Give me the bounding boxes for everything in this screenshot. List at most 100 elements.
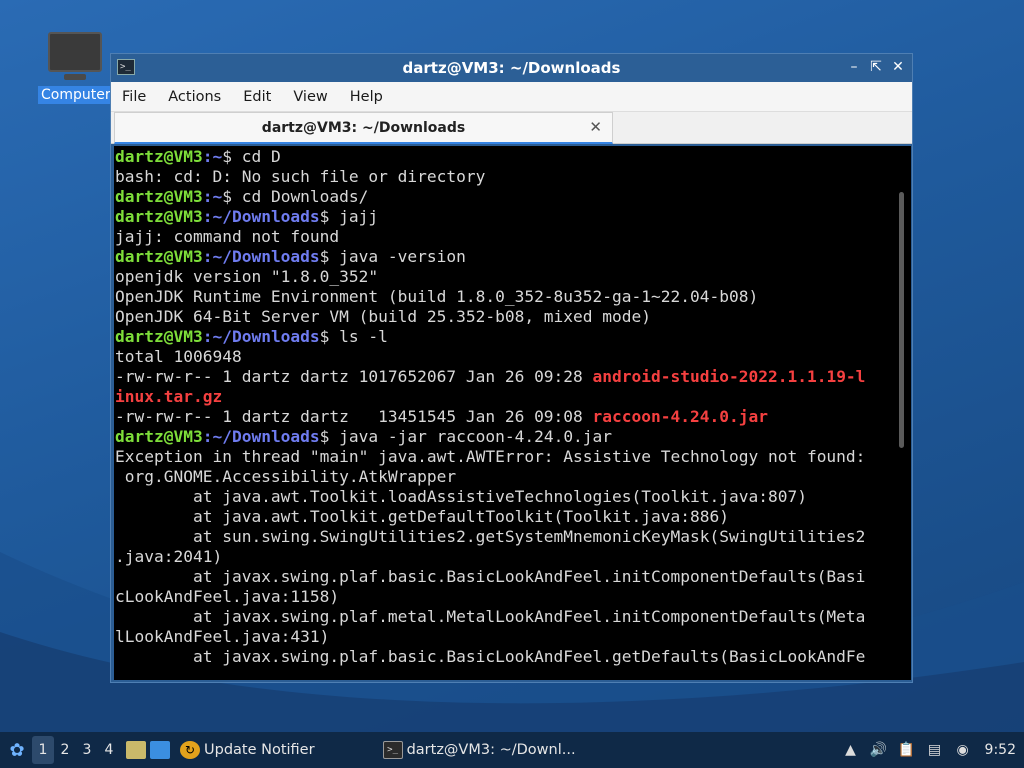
close-button[interactable]: ✕ [890,57,906,77]
terminal-line: -rw-rw-r-- 1 dartz dartz 13451545 Jan 26… [115,407,890,427]
taskbar-terminal-task[interactable]: >_ dartz@VM3: ~/Downl... [377,735,582,765]
terminal-segment: OpenJDK 64-Bit Server VM (build 25.352-b… [115,307,652,326]
minimize-button[interactable]: – [846,57,862,77]
terminal-segment: openjdk version "1.8.0_352" [115,267,379,286]
network-icon[interactable]: ▤ [925,740,945,760]
terminal-line: at javax.swing.plaf.metal.MetalLookAndFe… [115,607,890,627]
clipboard-icon[interactable]: 📋 [897,740,917,760]
terminal-segment: bash: cd: D: No such file or directory [115,167,486,186]
terminal-segment: at javax.swing.plaf.basic.BasicLookAndFe… [115,567,866,586]
terminal-scrollbar[interactable] [899,192,904,448]
terminal-segment: $ java -jar raccoon-4.24.0.jar [319,427,613,446]
terminal-line: at sun.swing.SwingUtilities2.getSystemMn… [115,527,890,547]
window-titlebar[interactable]: >_ dartz@VM3: ~/Downloads – ⇱ ✕ [111,54,912,82]
workspace-3[interactable]: 3 [76,736,98,764]
terminal-line: OpenJDK 64-Bit Server VM (build 25.352-b… [115,307,890,327]
maximize-button[interactable]: ⇱ [868,57,884,77]
terminal-segment: Exception in thread "main" java.awt.AWTE… [115,447,866,466]
volume-icon[interactable]: 🔊 [869,740,889,760]
terminal-line: dartz@VM3:~/Downloads$ java -jar raccoon… [115,427,890,447]
menu-actions[interactable]: Actions [168,89,221,105]
terminal-segment: dartz@VM3 [115,247,203,266]
taskbar-update-notifier[interactable]: ↻ Update Notifier [174,735,321,765]
terminal-segment: raccoon-4.24.0.jar [592,407,768,426]
system-tray: ▲ 🔊 📋 ▤ ◉ 9:52 [841,732,1024,768]
terminal-line: dartz@VM3:~$ cd D [115,147,890,167]
clock[interactable]: 9:52 [985,742,1016,758]
terminal-segment: org.GNOME.Accessibility.AtkWrapper [115,467,457,486]
terminal-segment: at javax.swing.plaf.basic.BasicLookAndFe… [115,647,866,666]
terminal-line: .java:2041) [115,547,890,567]
terminal-segment: $ java -version [319,247,466,266]
terminal-segment: dartz@VM3 [115,327,203,346]
menu-edit[interactable]: Edit [243,89,271,105]
terminal-segment: lLookAndFeel.java:431) [115,627,330,646]
terminal-line: dartz@VM3:~/Downloads$ java -version [115,247,890,267]
terminal-segment: $ jajj [319,207,379,226]
terminal-line: Exception in thread "main" java.awt.AWTE… [115,447,890,467]
update-tray-icon[interactable]: ▲ [841,740,861,760]
terminal-segment: inux.tar.gz [115,387,223,406]
terminal-segment: :~/Downloads [202,427,320,446]
notification-icon[interactable]: ◉ [953,740,973,760]
terminal-segment: .java:2041) [115,547,223,566]
menu-file[interactable]: File [122,89,146,105]
terminal-segment: dartz@VM3 [115,147,203,166]
tab-bar: dartz@VM3: ~/Downloads ✕ [111,112,912,144]
terminal-line: lLookAndFeel.java:431) [115,627,890,647]
terminal-segment: at javax.swing.plaf.metal.MetalLookAndFe… [115,607,866,626]
workspace-2[interactable]: 2 [54,736,76,764]
workspace-1[interactable]: 1 [32,736,54,764]
terminal-output[interactable]: dartz@VM3:~$ cd Dbash: cd: D: No such fi… [114,146,911,680]
terminal-task-label: dartz@VM3: ~/Downl... [406,742,576,758]
workspace-4[interactable]: 4 [98,736,120,764]
tab-close-icon[interactable]: ✕ [589,118,602,136]
terminal-segment: android-studio-2022.1.1.19-l [592,367,866,386]
window-title: dartz@VM3: ~/Downloads [402,59,621,77]
terminal-line: at javax.swing.plaf.basic.BasicLookAndFe… [115,567,890,587]
terminal-text: dartz@VM3:~$ cd Dbash: cd: D: No such fi… [115,147,890,667]
tab-terminal[interactable]: dartz@VM3: ~/Downloads ✕ [114,112,613,144]
terminal-segment: cLookAndFeel.java:1158) [115,587,340,606]
show-desktop-icon[interactable] [150,741,170,759]
terminal-line: total 1006948 [115,347,890,367]
file-manager-icon[interactable] [126,741,146,759]
terminal-segment: dartz@VM3 [115,427,203,446]
update-notifier-label: Update Notifier [204,742,315,758]
terminal-line: at java.awt.Toolkit.getDefaultToolkit(To… [115,507,890,527]
terminal-task-icon: >_ [382,741,403,759]
start-menu-icon[interactable]: ✿ [2,735,32,765]
terminal-segment: $ ls -l [319,327,388,346]
terminal-segment: at sun.swing.SwingUtilities2.getSystemMn… [115,527,866,546]
terminal-line: org.GNOME.Accessibility.AtkWrapper [115,467,890,487]
taskbar: ✿ 1 2 3 4 ↻ Update Notifier >_ dartz@VM3… [0,732,1024,768]
terminal-line: bash: cd: D: No such file or directory [115,167,890,187]
terminal-segment: at java.awt.Toolkit.getDefaultToolkit(To… [115,507,729,526]
terminal-segment: $ cd Downloads/ [222,187,369,206]
terminal-segment: :~ [202,187,223,206]
menu-help[interactable]: Help [350,89,383,105]
terminal-window: >_ dartz@VM3: ~/Downloads – ⇱ ✕ File Act… [110,53,913,683]
terminal-line: at javax.swing.plaf.basic.BasicLookAndFe… [115,647,890,667]
terminal-line: dartz@VM3:~/Downloads$ jajj [115,207,890,227]
terminal-segment: jajj: command not found [115,227,340,246]
computer-icon [48,32,102,80]
terminal-line: OpenJDK Runtime Environment (build 1.8.0… [115,287,890,307]
desktop-computer-icon[interactable]: Computer [38,28,114,104]
terminal-segment: $ cd D [222,147,281,166]
menubar: File Actions Edit View Help [111,82,912,112]
terminal-segment: :~/Downloads [202,327,320,346]
terminal-segment: -rw-rw-r-- 1 dartz dartz 13451545 Jan 26… [115,407,593,426]
terminal-segment: dartz@VM3 [115,207,203,226]
terminal-line: jajj: command not found [115,227,890,247]
terminal-segment: OpenJDK Runtime Environment (build 1.8.0… [115,287,759,306]
terminal-line: dartz@VM3:~$ cd Downloads/ [115,187,890,207]
terminal-line: cLookAndFeel.java:1158) [115,587,890,607]
tab-label: dartz@VM3: ~/Downloads [261,120,466,136]
terminal-segment: at java.awt.Toolkit.loadAssistiveTechnol… [115,487,807,506]
terminal-line: at java.awt.Toolkit.loadAssistiveTechnol… [115,487,890,507]
terminal-segment: dartz@VM3 [115,187,203,206]
terminal-line: -rw-rw-r-- 1 dartz dartz 1017652067 Jan … [115,367,890,387]
menu-view[interactable]: View [293,89,327,105]
terminal-line: inux.tar.gz [115,387,890,407]
